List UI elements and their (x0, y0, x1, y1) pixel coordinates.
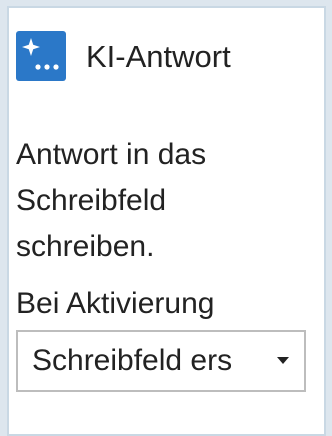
activation-dropdown[interactable]: Schreibfeld ers (16, 330, 306, 392)
activation-label: Bei Aktivierung (16, 287, 215, 320)
description-text: Antwort in das Schreibfeld schreiben. (16, 132, 296, 270)
description-line: schreiben. (16, 230, 155, 263)
ai-sparkle-icon (16, 31, 66, 81)
description-line: Antwort in das (16, 138, 207, 171)
chevron-down-icon (276, 356, 290, 366)
panel-title: KI-Antwort (86, 38, 231, 74)
panel-header: KI-Antwort (16, 31, 231, 81)
activation-dropdown-value: Schreibfeld ers (32, 344, 233, 377)
description-line: Schreibfeld (16, 184, 167, 217)
